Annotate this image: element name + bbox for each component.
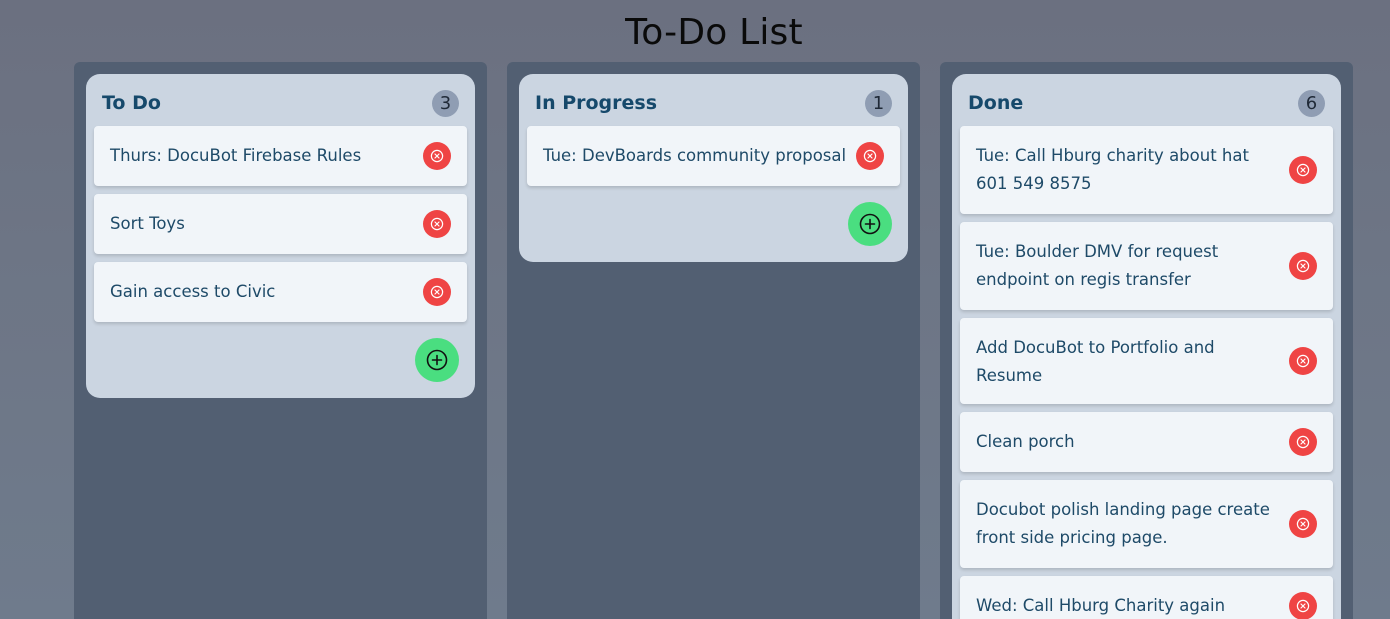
task-card[interactable]: Tue: DevBoards community proposal (527, 126, 900, 186)
column-done: Done 6 Tue: Call Hburg charity about hat… (940, 62, 1353, 619)
column-title: To Do (102, 92, 161, 114)
task-text: Wed: Call Hburg Charity again (976, 596, 1226, 615)
task-text: Tue: Call Hburg charity about hat 601 54… (976, 146, 1249, 193)
plus-circle-icon (426, 349, 448, 371)
close-circle-icon (1296, 259, 1310, 273)
add-task-button[interactable] (848, 202, 892, 246)
task-text: Clean porch (976, 432, 1075, 451)
close-circle-icon (863, 149, 877, 163)
task-text: Tue: DevBoards community proposal (543, 146, 847, 165)
task-card[interactable]: Tue: Boulder DMV for request endpoint on… (960, 222, 1333, 310)
todo-panel: To Do 3 Thurs: DocuBot Firebase Rules So… (86, 74, 475, 398)
task-card[interactable]: Add DocuBot to Portfolio and Resume (960, 318, 1333, 404)
column-in-progress: In Progress 1 Tue: DevBoards community p… (507, 62, 920, 619)
close-circle-icon (1296, 163, 1310, 177)
task-card[interactable]: Gain access to Civic (94, 262, 467, 322)
task-count-badge: 1 (865, 90, 892, 117)
delete-task-button[interactable] (1289, 252, 1317, 280)
task-card[interactable]: Clean porch (960, 412, 1333, 472)
task-count-badge: 3 (432, 90, 459, 117)
close-circle-icon (430, 149, 444, 163)
page-title: To-Do List (625, 12, 803, 53)
delete-task-button[interactable] (1289, 510, 1317, 538)
delete-task-button[interactable] (423, 142, 451, 170)
delete-task-button[interactable] (423, 210, 451, 238)
close-circle-icon (430, 285, 444, 299)
delete-task-button[interactable] (1289, 592, 1317, 619)
task-text: Docubot polish landing page create front… (976, 500, 1270, 547)
close-circle-icon (1296, 435, 1310, 449)
task-card[interactable]: Docubot polish landing page create front… (960, 480, 1333, 568)
delete-task-button[interactable] (423, 278, 451, 306)
delete-task-button[interactable] (1289, 347, 1317, 375)
task-text: Gain access to Civic (110, 282, 276, 301)
delete-task-button[interactable] (1289, 428, 1317, 456)
delete-task-button[interactable] (1289, 156, 1317, 184)
close-circle-icon (430, 217, 444, 231)
delete-task-button[interactable] (856, 142, 884, 170)
done-panel: Done 6 Tue: Call Hburg charity about hat… (952, 74, 1341, 619)
in-progress-header: In Progress 1 (527, 74, 900, 126)
in-progress-panel: In Progress 1 Tue: DevBoards community p… (519, 74, 908, 262)
plus-circle-icon (859, 213, 881, 235)
column-title: Done (968, 92, 1024, 114)
task-text: Add DocuBot to Portfolio and Resume (976, 338, 1215, 385)
close-circle-icon (1296, 517, 1310, 531)
column-title: In Progress (535, 92, 658, 114)
column-todo: To Do 3 Thurs: DocuBot Firebase Rules So… (74, 62, 487, 619)
task-card[interactable]: Thurs: DocuBot Firebase Rules (94, 126, 467, 186)
task-count-badge: 6 (1298, 90, 1325, 117)
task-text: Thurs: DocuBot Firebase Rules (110, 146, 362, 165)
todo-header: To Do 3 (94, 74, 467, 126)
add-task-button[interactable] (415, 338, 459, 382)
task-card[interactable]: Tue: Call Hburg charity about hat 601 54… (960, 126, 1333, 214)
done-header: Done 6 (960, 74, 1333, 126)
task-card[interactable]: Wed: Call Hburg Charity again (960, 576, 1333, 619)
close-circle-icon (1296, 354, 1310, 368)
task-card[interactable]: Sort Toys (94, 194, 467, 254)
close-circle-icon (1296, 599, 1310, 613)
task-text: Sort Toys (110, 214, 185, 233)
task-text: Tue: Boulder DMV for request endpoint on… (976, 242, 1219, 289)
